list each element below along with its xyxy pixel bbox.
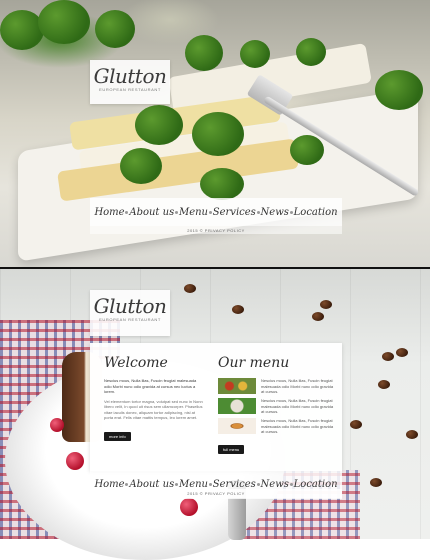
broccoli-floret [240,40,270,68]
coffee-bean [370,478,382,487]
nav-separator [289,482,293,486]
broccoli-floret [185,35,223,71]
nav-separator [175,482,179,486]
nav-item-about[interactable]: About us [129,207,174,218]
broccoli-floret [135,105,183,145]
nav-item-about[interactable]: About us [129,479,174,490]
raspberry [50,418,64,432]
nav-separator [208,482,212,486]
welcome-lead-text: Nescius mous, Nulla lilas, Fuscin feugia… [104,378,197,394]
logo-tagline: EUROPEAN RESTAURANT [99,317,161,322]
coffee-bean [406,430,418,439]
coffee-bean [378,380,390,389]
menu-item[interactable]: Nescius mous, Nulla lilas, Fuscin feugia… [218,418,336,434]
broccoli-floret [192,112,244,156]
nav-item-menu[interactable]: Menu [179,479,208,490]
broccoli-floret [0,10,44,50]
broccoli-floret [375,70,423,110]
coffee-bean [232,305,244,314]
nav-item-location[interactable]: Location [294,207,338,218]
welcome-heading: Welcome [104,355,168,371]
broccoli-floret [95,10,135,48]
broccoli-floret [120,148,162,184]
nav-item-services[interactable]: Services [213,207,256,218]
welcome-section: Welcome Nescius mous, Nulla lilas, Fusci… [104,355,204,443]
menu-item[interactable]: Nescius mous, Nulla lilas, Fuscin feugia… [218,398,336,414]
privacy-policy-link[interactable]: 2015 © PRIVACY POLICY [90,491,342,496]
content-panel: Welcome Nescius mous, Nulla lilas, Fusci… [90,343,342,471]
coffee-bean [350,420,362,429]
broccoli-floret [290,135,324,165]
logo[interactable]: Glutton EUROPEAN RESTAURANT [90,290,170,336]
raspberry [66,452,84,470]
menu-item[interactable]: Nescius mous, Nulla lilas, Fuscin feugia… [218,378,336,394]
nav-separator [175,210,179,214]
menu-heading: Our menu [218,355,290,371]
more-info-button[interactable]: more info [104,431,131,441]
nav-separator [289,210,293,214]
nav-separator [208,210,212,214]
nav-item-home[interactable]: Home [94,207,124,218]
broccoli-floret [200,168,244,200]
menu-item-text: Nescius mous, Nulla lilas, Fuscin feugia… [261,378,334,394]
nav-item-home[interactable]: Home [94,479,124,490]
welcome-body-text: Vel elementum tortor magna, volutpat sed… [104,398,203,421]
nav-separator [256,482,260,486]
grilled-vegetables-image[interactable] [218,378,256,394]
salad-plate-image[interactable] [218,398,256,414]
sandwich-image[interactable] [218,418,256,434]
coffee-bean [184,284,196,293]
nav-item-news[interactable]: News [261,479,289,490]
broccoli-floret [296,38,326,66]
raspberry [180,498,198,516]
menu-item-text: Nescius mous, Nulla lilas, Fuscin feugia… [261,398,334,414]
nav-item-menu[interactable]: Menu [179,207,208,218]
nav-item-location[interactable]: Location [294,479,338,490]
privacy-policy-link[interactable]: 2015 © PRIVACY POLICY [90,228,342,233]
nav-separator [256,210,260,214]
coffee-bean [312,312,324,321]
coffee-bean [382,352,394,361]
main-nav: Home About us Menu Services News Locatio… [90,198,342,226]
nav-item-news[interactable]: News [261,207,289,218]
coffee-bean [396,348,408,357]
logo-title: Glutton [93,294,167,318]
full-menu-button[interactable]: full menu [218,445,245,454]
logo-tagline: EUROPEAN RESTAURANT [99,87,161,92]
logo-title: Glutton [93,64,167,88]
broccoli-floret [38,0,90,44]
menu-section: Our menu Nescius mous, Nulla lilas, Fusc… [218,355,336,456]
logo[interactable]: Glutton EUROPEAN RESTAURANT [90,60,170,104]
coffee-bean [320,300,332,309]
nav-item-services[interactable]: Services [213,479,256,490]
menu-item-text: Nescius mous, Nulla lilas, Fuscin feugia… [261,418,334,434]
